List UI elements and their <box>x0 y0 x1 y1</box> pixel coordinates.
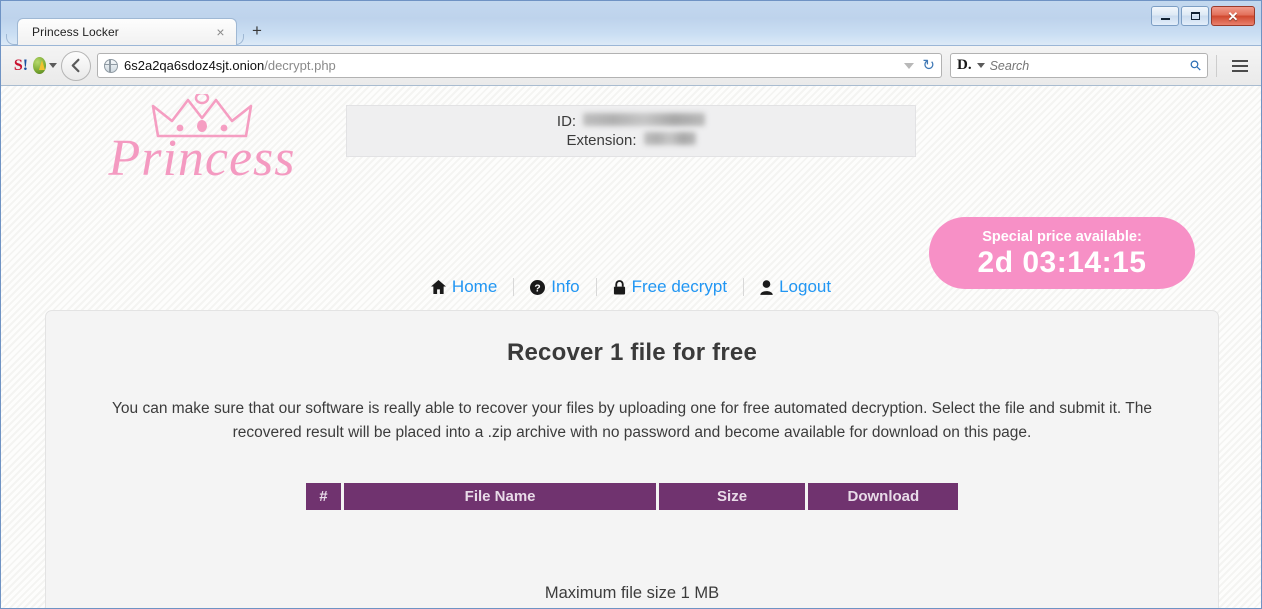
nav-item-info[interactable]: ? Info <box>514 276 595 298</box>
back-arrow-icon <box>71 58 79 73</box>
special-price-label: Special price available: <box>982 228 1142 245</box>
url-host: 6s2a2qa6sdoz4sjt.onion <box>124 58 265 73</box>
menu-icon-bar <box>1232 64 1248 67</box>
chevron-down-icon <box>49 63 57 68</box>
victim-id-box: ID: Extension: <box>346 105 916 157</box>
browser-window: ✕ Princess Locker × + S! 6s2a2qa6sdoz4sj… <box>0 0 1262 609</box>
url-bar-actions: ↻ <box>896 58 935 73</box>
nav-label-home: Home <box>451 277 498 296</box>
max-file-size-note: Maximum file size 1 MB <box>544 584 720 602</box>
menu-icon-bar <box>1232 69 1248 72</box>
home-icon <box>430 280 446 294</box>
content-panel: Recover 1 file for free You can make sur… <box>45 310 1219 608</box>
page-description: You can make sure that our software is r… <box>112 400 1152 441</box>
search-input[interactable] <box>984 57 1191 74</box>
lock-icon <box>613 279 626 295</box>
url-bar[interactable]: 6s2a2qa6sdoz4sjt.onion /decrypt.php ↻ <box>97 53 942 78</box>
extension-row: Extension: <box>566 132 696 149</box>
nav-item-free-decrypt[interactable]: Free decrypt <box>597 276 743 298</box>
svg-text:?: ? <box>535 283 541 294</box>
column-header-size: Size <box>658 483 806 510</box>
menu-icon-bar <box>1232 59 1248 62</box>
globe-icon <box>104 58 118 73</box>
back-button[interactable] <box>61 50 91 81</box>
files-table-header: # File Name Size Download <box>305 483 959 510</box>
site-nav: Home ? Info Free decrypt Logout <box>1 276 1261 298</box>
page-viewport: Princess ID: Extension: Special price av… <box>1 86 1261 608</box>
countdown-timer: 2d 03:14:15 <box>977 245 1147 279</box>
column-header-file-name: File Name <box>344 483 656 510</box>
id-row: ID: <box>556 113 706 130</box>
site-header: Princess ID: Extension: <box>1 86 1261 191</box>
page-title: Recover 1 file for free <box>506 339 758 366</box>
logo-wordmark: Princess <box>108 130 296 187</box>
column-header-download: Download <box>808 483 959 510</box>
url-dropdown-icon[interactable] <box>904 62 915 69</box>
nav-item-logout[interactable]: Logout <box>744 276 847 298</box>
nav-label-free-decrypt: Free decrypt <box>631 277 728 296</box>
extension-label: Extension: <box>566 132 637 149</box>
princess-logo: Princess <box>87 94 317 187</box>
smiley-extension-icon[interactable]: S! <box>9 54 33 78</box>
nav-label-logout: Logout <box>779 277 832 296</box>
tab-close-icon[interactable]: × <box>213 25 228 40</box>
tab-title: Princess Locker <box>32 25 119 39</box>
nav-label-info: Info <box>551 277 580 296</box>
new-tab-button[interactable]: + <box>244 20 270 42</box>
search-engine-icon[interactable]: D. <box>957 58 972 73</box>
question-circle-icon: ? <box>530 279 546 295</box>
column-header-number: # <box>305 483 342 510</box>
url-path: /decrypt.php <box>264 58 336 73</box>
reload-icon[interactable]: ↻ <box>922 58 935 73</box>
nav-item-home[interactable]: Home <box>415 276 513 298</box>
id-label: ID: <box>556 113 577 130</box>
user-icon <box>760 279 773 295</box>
toolbar-divider <box>1216 54 1217 77</box>
id-value-redacted <box>583 113 706 126</box>
extension-value-redacted <box>643 132 696 145</box>
menu-button[interactable] <box>1227 54 1253 78</box>
s-logo-glyph: S! <box>13 56 29 74</box>
tab-princess-locker[interactable]: Princess Locker × <box>17 18 237 45</box>
green-shield-icon <box>33 57 46 74</box>
title-bar: ✕ Princess Locker × + <box>1 1 1261 46</box>
addon-extension-icon[interactable] <box>33 54 57 78</box>
tab-strip: Princess Locker × + <box>1 17 1261 45</box>
search-bar[interactable]: D. ⚲ <box>950 53 1208 78</box>
search-engine-chevron-icon[interactable] <box>976 63 985 68</box>
navigation-toolbar: S! 6s2a2qa6sdoz4sjt.onion /decrypt.php ↻… <box>1 46 1261 86</box>
